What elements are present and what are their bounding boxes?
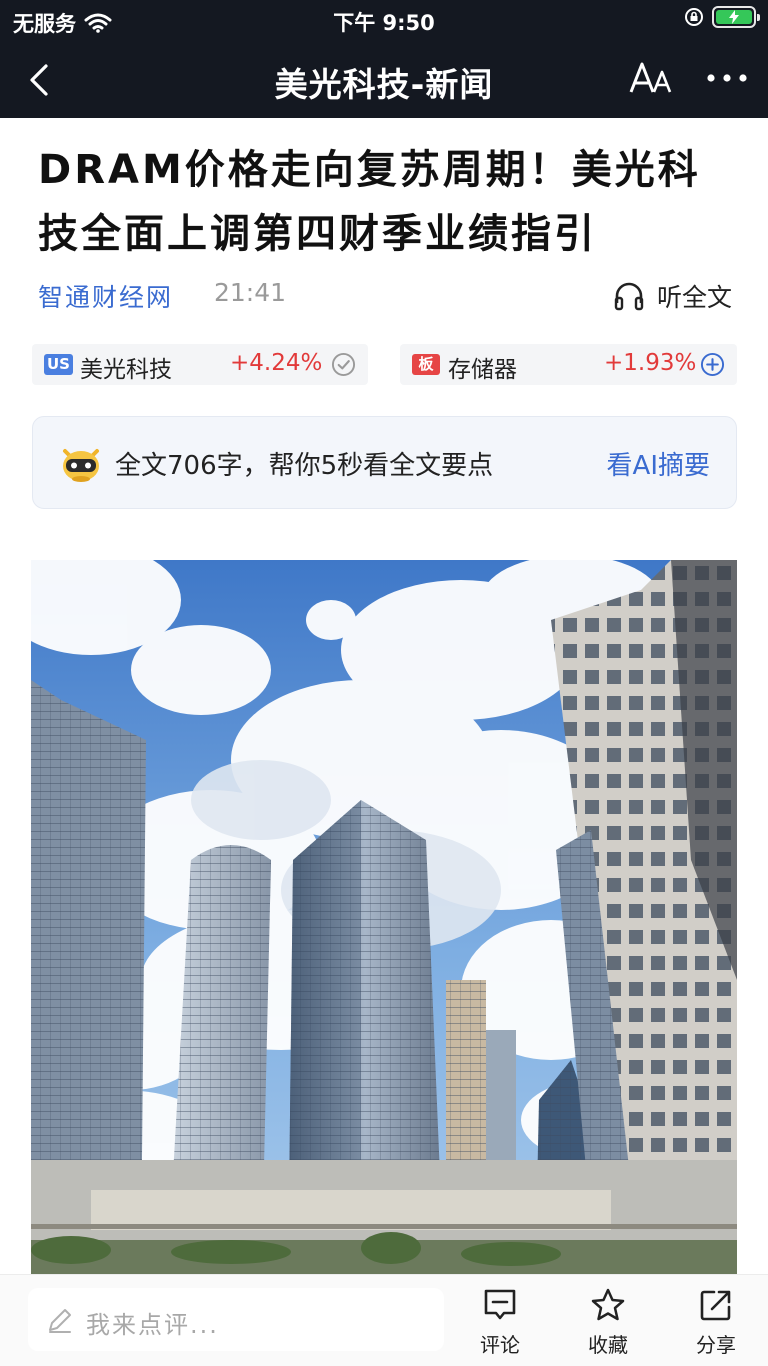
status-time: 下午 9:50 bbox=[333, 11, 435, 35]
comment-label: 评论 bbox=[480, 1333, 520, 1357]
market-tag: US bbox=[44, 354, 73, 375]
ai-summary-banner[interactable]: 全文706字，帮你5秒看全文要点 看AI摘要 bbox=[32, 416, 737, 509]
pen-icon bbox=[49, 1309, 71, 1333]
more-dots-icon bbox=[707, 74, 747, 82]
ai-summary-text: 全文706字，帮你5秒看全文要点 bbox=[115, 451, 494, 481]
status-right bbox=[684, 6, 760, 28]
share-label: 分享 bbox=[696, 1333, 736, 1357]
skyscraper-photo bbox=[31, 560, 737, 1274]
ai-summary-link[interactable]: 看AI摘要 bbox=[607, 445, 710, 482]
stock-chip-micron[interactable]: US 美光科技 +4.24% bbox=[32, 344, 368, 385]
listen-button[interactable]: 听全文 bbox=[613, 278, 732, 314]
comment-button[interactable]: 评论 bbox=[470, 1287, 530, 1359]
headphones-icon bbox=[614, 282, 644, 311]
article-meta: 智通财经网 21:41 听全文 bbox=[38, 278, 732, 314]
article-headline: DRAM价格走向复苏周期！美光科技全面上调第四财季业绩指引 bbox=[38, 147, 701, 257]
check-circle-icon[interactable] bbox=[331, 352, 356, 377]
sector-change: +1.93% bbox=[604, 350, 697, 376]
top-bar: 无服务 下午 9:50 美光科技-新闻 bbox=[0, 0, 768, 118]
favorite-button[interactable]: 收藏 bbox=[578, 1287, 638, 1359]
rotation-lock-icon bbox=[685, 8, 703, 26]
battery-icon bbox=[712, 6, 760, 28]
font-size-icon bbox=[629, 62, 672, 93]
ai-mascot-icon bbox=[63, 449, 99, 482]
nav-bar: 美光科技-新闻 bbox=[0, 40, 768, 118]
status-bar: 无服务 下午 9:50 bbox=[0, 0, 768, 40]
article-time: 21:41 bbox=[214, 278, 287, 307]
article-source[interactable]: 智通财经网 bbox=[38, 278, 173, 314]
share-button[interactable]: 分享 bbox=[686, 1287, 746, 1359]
comment-input[interactable]: 我来点评... bbox=[28, 1288, 444, 1351]
favorite-label: 收藏 bbox=[588, 1333, 628, 1357]
more-button[interactable] bbox=[704, 66, 750, 90]
font-size-button[interactable] bbox=[628, 56, 674, 100]
stock-chip-memory[interactable]: 板 存储器 +1.93% bbox=[400, 344, 737, 385]
comment-placeholder: 我来点评... bbox=[86, 1311, 219, 1339]
article-image bbox=[31, 560, 737, 1274]
sector-tag: 板 bbox=[412, 354, 440, 375]
bottom-bar: 我来点评... 评论 收藏 分享 bbox=[0, 1274, 768, 1366]
star-icon bbox=[591, 1288, 625, 1321]
listen-label: 听全文 bbox=[656, 283, 732, 312]
share-icon bbox=[700, 1290, 731, 1321]
stock-name: 美光科技 bbox=[80, 357, 172, 383]
comment-icon bbox=[484, 1289, 516, 1320]
plus-circle-icon[interactable] bbox=[700, 352, 725, 377]
sector-name: 存储器 bbox=[448, 357, 517, 383]
stock-change: +4.24% bbox=[230, 350, 323, 376]
